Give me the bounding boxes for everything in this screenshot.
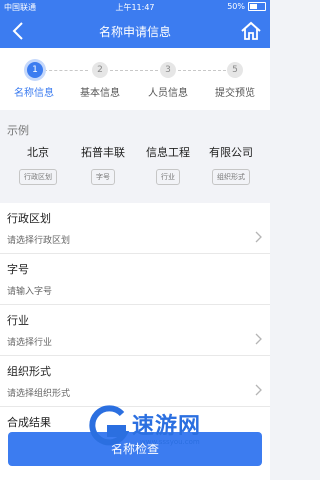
step-connector	[110, 70, 158, 71]
district-select[interactable]: 请选择行政区划	[7, 233, 70, 246]
watermark-logo-icon	[89, 405, 130, 446]
home-icon	[241, 21, 261, 40]
district-label: 行政区划	[7, 212, 51, 225]
step-connector	[178, 70, 226, 71]
example-name: 北京	[27, 146, 49, 159]
org-form-label: 组织形式	[7, 365, 51, 378]
step-2-circle[interactable]: 2	[92, 62, 108, 78]
org-form-select[interactable]: 请选择组织形式	[7, 386, 70, 399]
example-item: 北京 行政区划	[7, 144, 69, 185]
step-3-circle[interactable]: 3	[160, 62, 176, 78]
industry-select[interactable]: 请选择行业	[7, 335, 52, 348]
result-label: 合成结果	[7, 416, 51, 429]
status-bar: 中国联通 上午11:47 50%	[0, 0, 270, 14]
watermark-text: 速游网	[132, 414, 202, 439]
example-item: 有限公司 组织形式	[200, 144, 262, 185]
nav-bar: 名称申请信息	[0, 14, 270, 48]
step-1-circle[interactable]: 1	[27, 62, 43, 78]
chevron-right-icon	[255, 231, 262, 243]
example-item: 拓普丰联 字号	[72, 144, 134, 185]
example-panel: 示例 北京 行政区划 拓普丰联 字号 信息工程 行业 有限公司 组织形式	[0, 116, 270, 196]
example-name: 拓普丰联	[81, 146, 125, 159]
step-connector	[44, 70, 88, 71]
step-1-label[interactable]: 名称信息	[4, 84, 64, 99]
step-indicator: 1 2 3 5 名称信息 基本信息 人员信息 提交预览	[0, 48, 270, 110]
example-tag: 行政区划	[19, 169, 57, 185]
example-tag: 行业	[156, 169, 180, 185]
example-title: 示例	[7, 124, 29, 137]
home-button[interactable]	[240, 20, 262, 42]
example-name: 信息工程	[146, 146, 190, 159]
trade-name-field[interactable]: 字号 请输入字号	[0, 254, 270, 305]
trade-name-label: 字号	[7, 263, 29, 276]
example-name: 有限公司	[209, 146, 253, 159]
industry-field[interactable]: 行业 请选择行业	[0, 305, 270, 356]
industry-label: 行业	[7, 314, 29, 327]
step-5-circle[interactable]: 5	[227, 62, 243, 78]
battery-percent: 50%	[227, 2, 245, 11]
chevron-right-icon	[255, 384, 262, 396]
example-tag: 字号	[91, 169, 115, 185]
watermark-url: www.sssyou.com	[140, 438, 200, 446]
district-field[interactable]: 行政区划 请选择行政区划	[0, 203, 270, 254]
trade-name-input[interactable]: 请输入字号	[7, 284, 52, 297]
status-right: 50%	[227, 2, 266, 11]
battery-icon	[248, 2, 266, 11]
chevron-right-icon	[255, 333, 262, 345]
org-form-field[interactable]: 组织形式 请选择组织形式	[0, 356, 270, 407]
step-5-label[interactable]: 提交预览	[205, 84, 265, 99]
example-tag: 组织形式	[212, 169, 250, 185]
page-title: 名称申请信息	[98, 25, 171, 39]
step-2-label[interactable]: 基本信息	[70, 84, 130, 99]
example-item: 信息工程 行业	[137, 144, 199, 185]
watermark: 速游网 www.sssyou.com	[86, 402, 262, 452]
step-3-label[interactable]: 人员信息	[138, 84, 198, 99]
